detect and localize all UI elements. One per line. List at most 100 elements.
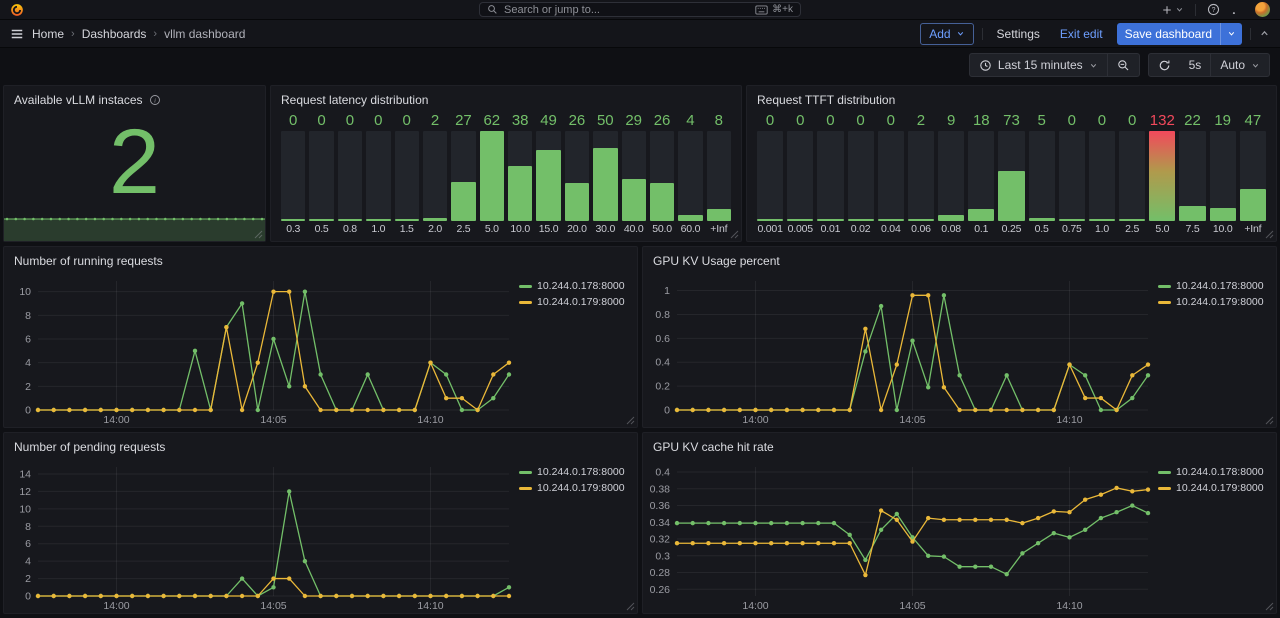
grafana-logo[interactable] [10, 3, 24, 17]
bar-track [678, 131, 702, 221]
data-point [863, 349, 867, 353]
panel-title[interactable]: Number of pending requests [14, 440, 165, 454]
bar-column: 50.5 [1029, 110, 1055, 236]
auto-refresh-dropdown[interactable]: Auto [1211, 54, 1269, 76]
data-point [83, 408, 87, 412]
data-point [397, 408, 401, 412]
panel-resize-handle[interactable] [730, 230, 739, 239]
panel-resize-handle[interactable] [1265, 230, 1274, 239]
time-range-picker[interactable]: Last 15 minutes [970, 54, 1107, 76]
legend-item[interactable]: 10.244.0.179:8000 [519, 482, 633, 494]
help-button[interactable]: ? [1207, 3, 1220, 16]
menu-icon [10, 27, 24, 41]
panel-title[interactable]: Number of running requests [14, 254, 163, 268]
bar-value-label: 19 [1210, 110, 1236, 131]
data-point [1005, 373, 1009, 377]
data-point [303, 559, 307, 563]
data-point [36, 594, 40, 598]
settings-button[interactable]: Settings [991, 23, 1046, 45]
bar-value-label: 22 [1179, 110, 1205, 131]
data-point [1114, 408, 1118, 412]
x-tick-label: 14:10 [1056, 600, 1082, 612]
breadcrumb-dashboards[interactable]: Dashboards [82, 27, 147, 41]
data-point [863, 558, 867, 562]
bar-fill [338, 219, 362, 221]
panel-resize-handle[interactable] [1265, 416, 1274, 425]
data-point [287, 489, 291, 493]
panel-header: Number of running requests [4, 247, 637, 271]
refresh-button[interactable] [1149, 54, 1180, 76]
legend-item[interactable]: 10.244.0.178:8000 [1158, 466, 1272, 478]
panel-title[interactable]: Available vLLM instaces [14, 93, 143, 107]
search-input-container[interactable]: ⌘+k [479, 2, 801, 17]
data-point [507, 594, 511, 598]
data-point [942, 385, 946, 389]
legend-item[interactable]: 10.244.0.179:8000 [1158, 482, 1272, 494]
collapse-toolbar-button[interactable] [1259, 28, 1270, 39]
panel-gpu-kv-cache-hit-rate: GPU KV cache hit rate 0.260.280.30.320.3… [642, 432, 1277, 614]
add-button-label: Add [929, 27, 950, 41]
y-tick-label: 0 [25, 591, 31, 603]
data-point [99, 408, 103, 412]
bar-category-label: 5.0 [480, 221, 504, 236]
panel-title[interactable]: GPU KV cache hit rate [653, 440, 774, 454]
data-point [224, 594, 228, 598]
mega-menu-toggle[interactable] [10, 27, 24, 41]
data-point [816, 521, 820, 525]
sparkline-point [199, 218, 202, 221]
data-point [475, 408, 479, 412]
data-point [428, 594, 432, 598]
legend-item[interactable]: 10.244.0.178:8000 [519, 466, 633, 478]
sparkline-point [234, 218, 237, 221]
data-point [738, 408, 742, 412]
bar-column: 90.08 [938, 110, 964, 236]
sparkline-point [146, 218, 149, 221]
bar-category-label: 2.5 [1119, 221, 1145, 236]
panel-title[interactable]: GPU KV Usage percent [653, 254, 780, 268]
panel-resize-handle[interactable] [626, 602, 635, 611]
data-point [706, 408, 710, 412]
refresh-interval-label[interactable]: 5s [1180, 54, 1211, 76]
plot-area: 0246810121414:0014:0514:10 [4, 457, 519, 613]
bar-column: 01.0 [1089, 110, 1115, 236]
sparkline-svg [4, 214, 265, 241]
panel-title[interactable]: Request latency distribution [281, 93, 428, 107]
panel-resize-handle[interactable] [1265, 602, 1274, 611]
panel-resize-handle[interactable] [254, 230, 263, 239]
legend-item[interactable]: 10.244.0.178:8000 [1158, 280, 1272, 292]
bar-value-label: 18 [968, 110, 994, 131]
legend-item[interactable]: 10.244.0.179:8000 [519, 296, 633, 308]
svg-text:?: ? [1212, 7, 1216, 14]
data-point [1052, 531, 1056, 535]
zoom-out-time-button[interactable] [1108, 54, 1139, 76]
legend-item[interactable]: 10.244.0.178:8000 [519, 280, 633, 292]
new-menu-button[interactable] [1161, 4, 1184, 16]
search-input[interactable] [504, 4, 749, 16]
sparkline-point [67, 218, 70, 221]
bar-category-label: +Inf [1240, 221, 1266, 236]
grafana-logo [10, 3, 24, 17]
plot-area: 0.260.280.30.320.340.360.380.414:0014:05… [643, 457, 1158, 613]
save-dashboard-caret[interactable] [1220, 23, 1242, 45]
bar-column: 2940.0 [622, 110, 646, 236]
data-point [413, 408, 417, 412]
help-icon: ? [1207, 3, 1220, 16]
bar-track [938, 131, 964, 221]
breadcrumb-home[interactable]: Home [32, 27, 64, 41]
data-point [1052, 408, 1056, 412]
data-point [1083, 396, 1087, 400]
data-point [303, 384, 307, 388]
user-avatar[interactable] [1255, 2, 1270, 17]
panel-title[interactable]: Request TTFT distribution [757, 93, 895, 107]
legend-item[interactable]: 10.244.0.179:8000 [1158, 296, 1272, 308]
data-point [863, 573, 867, 577]
y-tick-label: 0.28 [650, 567, 671, 579]
exit-edit-button[interactable]: Exit edit [1054, 23, 1109, 45]
news-button[interactable] [1231, 3, 1244, 16]
bar-track [1059, 131, 1085, 221]
info-icon[interactable]: i [149, 94, 161, 106]
data-point [240, 301, 244, 305]
save-dashboard-button[interactable]: Save dashboard [1117, 23, 1242, 45]
add-button[interactable]: Add [920, 23, 973, 45]
panel-resize-handle[interactable] [626, 416, 635, 425]
